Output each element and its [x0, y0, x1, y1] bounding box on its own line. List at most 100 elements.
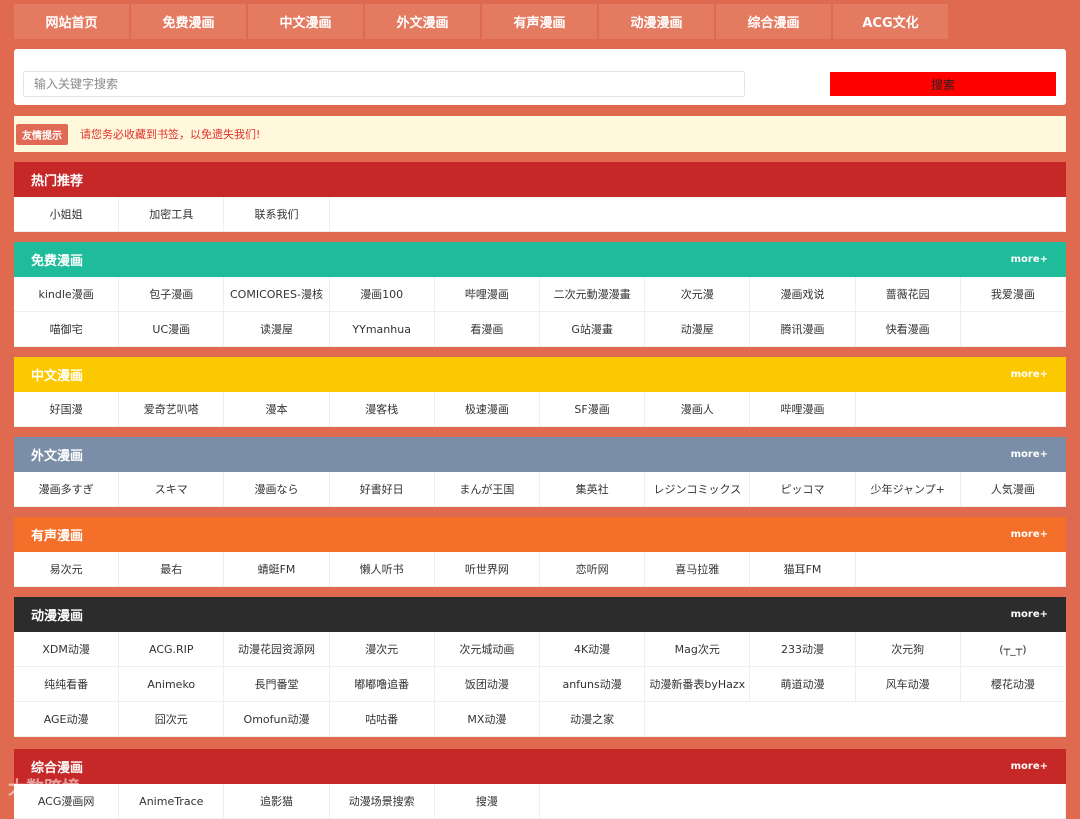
- link-item[interactable]: 樱花动漫: [960, 667, 1066, 702]
- link-item[interactable]: 风车动漫: [855, 667, 961, 702]
- link-item[interactable]: 懒人听书: [329, 552, 435, 587]
- nav-item-general-comics[interactable]: 综合漫画: [716, 4, 831, 39]
- section-title: 热门推荐: [31, 174, 84, 189]
- link-item[interactable]: 听世界网: [434, 552, 540, 587]
- link-item[interactable]: 哔哩漫画: [750, 392, 856, 427]
- link-item[interactable]: スキマ: [119, 472, 225, 507]
- more-link[interactable]: more+: [1011, 761, 1048, 772]
- link-item[interactable]: 人気漫画: [960, 472, 1066, 507]
- link-item[interactable]: 动漫花园资源网: [224, 632, 330, 667]
- link-item[interactable]: 漫画100: [329, 277, 435, 312]
- link-item[interactable]: 动漫屋: [645, 312, 751, 347]
- link-item[interactable]: 好国漫: [14, 392, 120, 427]
- link-item[interactable]: 极速漫画: [434, 392, 540, 427]
- nav-item-chinese-comics[interactable]: 中文漫画: [248, 4, 363, 39]
- link-item[interactable]: Mag次元: [645, 632, 751, 667]
- link-item[interactable]: 萌道动漫: [750, 667, 856, 702]
- link-item[interactable]: UC漫画: [119, 312, 225, 347]
- link-item[interactable]: 包子漫画: [119, 277, 225, 312]
- link-item[interactable]: 蜻蜓FM: [224, 552, 330, 587]
- link-item[interactable]: Omofun动漫: [224, 702, 330, 737]
- link-item[interactable]: 囧次元: [119, 702, 225, 737]
- link-item[interactable]: 漫画戏说: [750, 277, 856, 312]
- link-item[interactable]: ACG.RIP: [119, 632, 225, 667]
- link-item[interactable]: XDM动漫: [14, 632, 120, 667]
- link-item[interactable]: 哔哩漫画: [434, 277, 540, 312]
- link-item[interactable]: 小姐姐: [14, 197, 120, 232]
- link-item[interactable]: 4K动漫: [539, 632, 646, 667]
- link-item[interactable]: まんが王国: [434, 472, 540, 507]
- link-item[interactable]: 动漫之家: [539, 702, 646, 737]
- link-item[interactable]: 最右: [119, 552, 225, 587]
- link-item[interactable]: 搜漫: [434, 784, 540, 819]
- link-item[interactable]: 腾讯漫画: [750, 312, 856, 347]
- link-item[interactable]: 蔷薇花园: [855, 277, 961, 312]
- link-item[interactable]: レジンコミックス: [645, 472, 751, 507]
- nav-item-home[interactable]: 网站首页: [14, 4, 129, 39]
- link-item[interactable]: 饭团动漫: [434, 667, 540, 702]
- link-item[interactable]: 读漫屋: [224, 312, 330, 347]
- nav-item-acg-culture[interactable]: ACG文化: [833, 4, 948, 39]
- link-item[interactable]: 漫画多すぎ: [14, 472, 120, 507]
- link-item[interactable]: 次元狗: [855, 632, 961, 667]
- empty-cell: [645, 702, 1066, 737]
- more-link[interactable]: more+: [1011, 449, 1048, 460]
- link-item[interactable]: 二次元動漫漫畫: [539, 277, 646, 312]
- section-general: 综合漫画 more+ ACG漫画网 AnimeTrace 追影猫 动漫场景搜索 搜漫: [14, 749, 1066, 819]
- nav-item-anime-comics[interactable]: 动漫漫画: [599, 4, 714, 39]
- link-item[interactable]: 少年ジャンプ+: [855, 472, 961, 507]
- more-link[interactable]: more+: [1011, 609, 1048, 620]
- link-item[interactable]: 次元城动画: [434, 632, 540, 667]
- link-item[interactable]: SF漫画: [539, 392, 646, 427]
- section-audio: 有声漫画 more+ 易次元 最右 蜻蜓FM 懒人听书 听世界网 恋听网 喜马拉雅 猫耳FM: [14, 517, 1066, 587]
- link-item[interactable]: AGE动漫: [14, 702, 120, 737]
- link-item[interactable]: (┬_┬): [960, 632, 1066, 667]
- search-button[interactable]: 搜索: [830, 72, 1056, 96]
- link-item[interactable]: COMICORES-漫核: [224, 277, 330, 312]
- link-item[interactable]: 恋听网: [539, 552, 646, 587]
- link-item[interactable]: 嘟嘟噜追番: [329, 667, 435, 702]
- more-link[interactable]: more+: [1011, 529, 1048, 540]
- link-item[interactable]: 看漫画: [434, 312, 540, 347]
- link-item[interactable]: 漫次元: [329, 632, 435, 667]
- search-input[interactable]: [23, 71, 745, 97]
- link-item[interactable]: G站漫畫: [539, 312, 646, 347]
- link-item[interactable]: 咕咕番: [329, 702, 435, 737]
- nav-item-audio-comics[interactable]: 有声漫画: [482, 4, 597, 39]
- link-item[interactable]: 233动漫: [750, 632, 856, 667]
- link-item[interactable]: 漫客栈: [329, 392, 435, 427]
- nav-item-foreign-comics[interactable]: 外文漫画: [365, 4, 480, 39]
- link-item[interactable]: anfuns动漫: [539, 667, 646, 702]
- link-item[interactable]: 爱奇艺叭嗒: [119, 392, 225, 427]
- link-item[interactable]: Animeko: [119, 667, 225, 702]
- nav-item-free-comics[interactable]: 免费漫画: [131, 4, 246, 39]
- link-item[interactable]: 我爱漫画: [960, 277, 1066, 312]
- link-item[interactable]: 加密工具: [119, 197, 225, 232]
- link-item[interactable]: AnimeTrace: [119, 784, 225, 819]
- link-item[interactable]: 快看漫画: [855, 312, 961, 347]
- link-item[interactable]: 漫画人: [645, 392, 751, 427]
- link-item[interactable]: 漫本: [224, 392, 330, 427]
- link-item[interactable]: 猫耳FM: [750, 552, 856, 587]
- link-item[interactable]: 易次元: [14, 552, 120, 587]
- section-header: 有声漫画 more+: [14, 517, 1066, 552]
- more-link[interactable]: more+: [1011, 369, 1048, 380]
- link-item[interactable]: 动漫场景搜索: [329, 784, 435, 819]
- link-item[interactable]: kindle漫画: [14, 277, 120, 312]
- link-item[interactable]: 漫画なら: [224, 472, 330, 507]
- link-item[interactable]: MX动漫: [434, 702, 540, 737]
- link-item[interactable]: 集英社: [539, 472, 646, 507]
- link-item[interactable]: 喜马拉雅: [645, 552, 751, 587]
- link-item[interactable]: 長門番堂: [224, 667, 330, 702]
- link-item[interactable]: 动漫新番表byHazx: [645, 667, 751, 702]
- link-item[interactable]: 纯纯看番: [14, 667, 120, 702]
- link-item[interactable]: 联系我们: [224, 197, 330, 232]
- link-item[interactable]: 次元漫: [645, 277, 751, 312]
- link-item[interactable]: 追影猫: [224, 784, 330, 819]
- link-item[interactable]: ピッコマ: [750, 472, 856, 507]
- link-item[interactable]: 好書好日: [329, 472, 435, 507]
- section-anime: 动漫漫画 more+ XDM动漫 ACG.RIP 动漫花园资源网 漫次元 次元城动画 4K动漫…: [14, 597, 1066, 737]
- link-item[interactable]: 喵御宅: [14, 312, 120, 347]
- more-link[interactable]: more+: [1011, 254, 1048, 265]
- link-item[interactable]: YYmanhua: [329, 312, 435, 347]
